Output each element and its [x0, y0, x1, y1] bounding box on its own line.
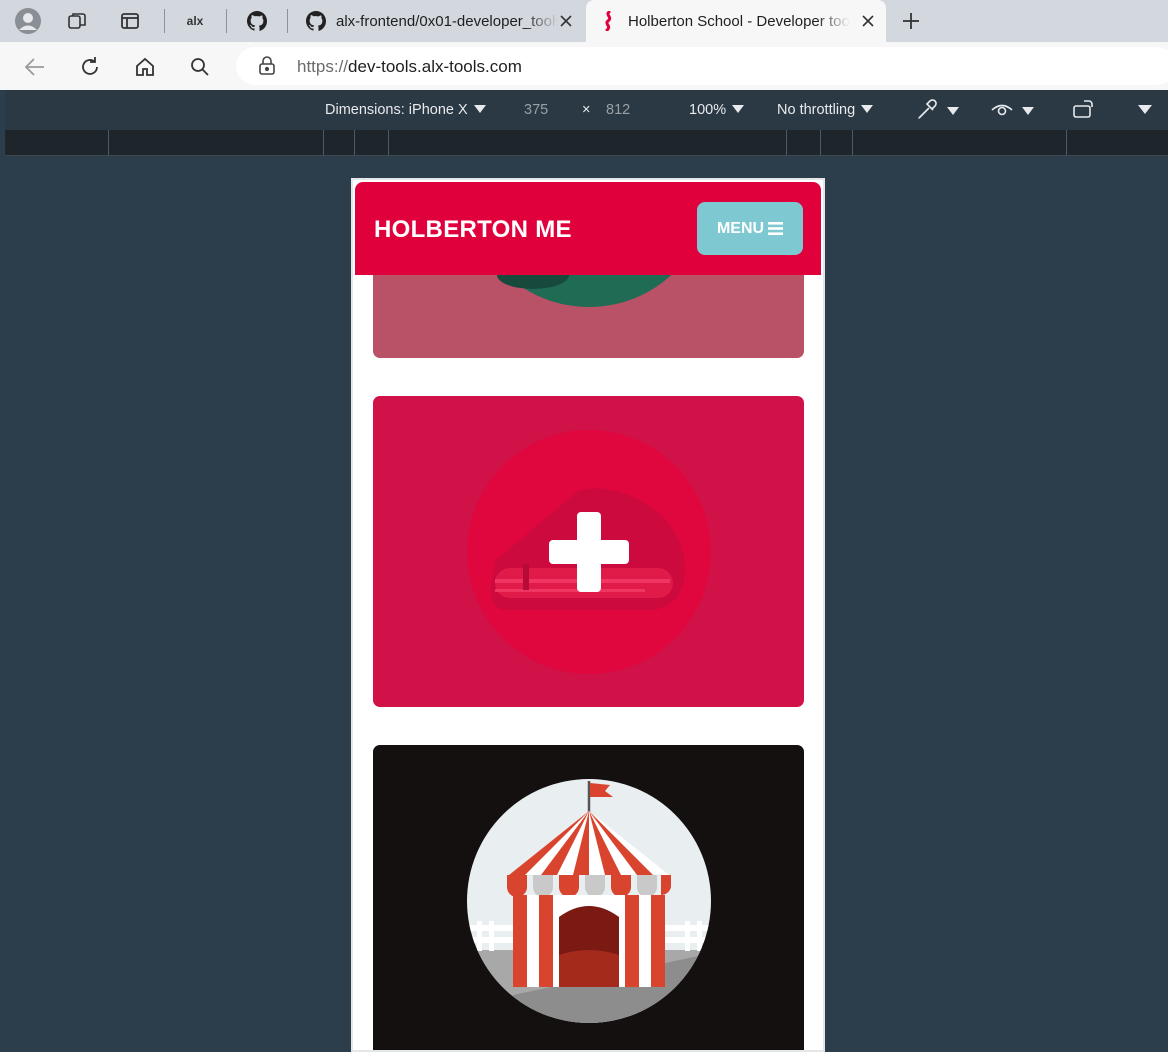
ruler-tick [1066, 130, 1067, 155]
more-options-button[interactable] [1137, 102, 1153, 120]
reload-icon [82, 57, 98, 75]
home-button[interactable] [130, 52, 160, 82]
eye-icon [991, 104, 1034, 116]
menu-label: MENU [716, 219, 765, 237]
dimensions-separator: × [582, 102, 591, 118]
zoom-dropdown[interactable]: 100% [689, 102, 745, 118]
pinned-tab-alx[interactable]: alx [180, 6, 210, 36]
circus-tent-icon [467, 779, 711, 1023]
back-button[interactable] [20, 52, 50, 82]
device-width-input[interactable]: 375 [524, 102, 548, 118]
illustration-card[interactable] [373, 745, 804, 1050]
browser-toolbar: https://dev-tools.alx-tools.com [0, 42, 1168, 90]
eyedropper-button[interactable] [915, 98, 961, 126]
media-query-ruler[interactable] [5, 130, 1168, 156]
ruler-tick [108, 130, 109, 155]
ruler-tick [786, 130, 787, 155]
eyedropper-icon [918, 99, 959, 119]
url-scheme: https:// [297, 57, 349, 76]
plus-icon [903, 13, 919, 29]
device-height-input[interactable]: 812 [606, 102, 630, 118]
close-tab-icon[interactable] [858, 11, 878, 31]
search-button[interactable] [185, 52, 215, 82]
ruler-tick [354, 130, 355, 155]
hamburger-icon [768, 222, 784, 235]
device-dimensions-label: Dimensions: iPhone X [325, 102, 468, 118]
rotate-icon [1073, 100, 1093, 118]
github-icon [306, 11, 326, 31]
search-icon [191, 58, 209, 76]
profile-avatar-icon[interactable] [13, 6, 43, 36]
caret-down-icon [861, 105, 874, 113]
lock-icon[interactable] [258, 56, 276, 76]
ruler-tick [323, 130, 324, 155]
tab-separator [164, 9, 165, 33]
rotate-device-button[interactable] [1071, 98, 1097, 126]
plus-icon [467, 430, 711, 674]
tab-actions-icon[interactable] [115, 6, 145, 36]
tab-alx-frontend[interactable]: alx-frontend/0x01-developer_tools [292, 0, 584, 42]
device-viewport: HOLBERTON ME MENU [351, 178, 825, 1052]
url-text[interactable]: https://dev-tools.alx-tools.com [297, 57, 522, 77]
caret-down-icon [473, 105, 486, 113]
pinned-tab-github[interactable] [242, 6, 272, 36]
vision-deficiency-button[interactable] [990, 98, 1036, 126]
illustration-card[interactable] [373, 396, 804, 707]
workspaces-icon[interactable] [62, 6, 92, 36]
close-tab-icon[interactable] [556, 11, 576, 31]
tab-separator [226, 9, 227, 33]
tab-strip: alx alx-frontend/0x01-developer_tools Ho… [0, 0, 1168, 42]
back-arrow-icon [24, 58, 44, 76]
holberton-icon [605, 11, 612, 31]
ruler-tick [820, 130, 821, 155]
caret-down-icon [1138, 105, 1152, 114]
github-icon [247, 11, 267, 31]
device-dimensions-dropdown[interactable]: Dimensions: iPhone X [325, 102, 486, 118]
tab-title: alx-frontend/0x01-developer_tools [336, 12, 558, 30]
new-tab-button[interactable] [896, 6, 926, 36]
tab-separator [287, 9, 288, 33]
throttling-dropdown[interactable]: No throttling [777, 102, 874, 118]
pinned-tab-alx-label: alx [186, 14, 204, 28]
device-toolbar: Dimensions: iPhone X 375 × 812 100% No t… [5, 90, 1168, 130]
zoom-label: 100% [689, 102, 727, 118]
url-host: dev-tools.alx-tools.com [348, 57, 522, 76]
site-title[interactable]: HOLBERTON ME [374, 216, 572, 244]
ruler-tick [852, 130, 853, 155]
tab-title: Holberton School - Developer tools [628, 12, 850, 30]
home-icon [136, 57, 154, 76]
throttling-label: No throttling [777, 102, 856, 118]
address-bar[interactable]: https://dev-tools.alx-tools.com [236, 47, 1168, 85]
caret-down-icon [732, 105, 745, 113]
site-header: HOLBERTON ME MENU [355, 182, 821, 275]
reload-button[interactable] [75, 52, 105, 82]
tab-holberton[interactable]: Holberton School - Developer tools [586, 0, 886, 42]
menu-button[interactable]: MENU [697, 202, 803, 255]
ruler-tick [388, 130, 389, 155]
